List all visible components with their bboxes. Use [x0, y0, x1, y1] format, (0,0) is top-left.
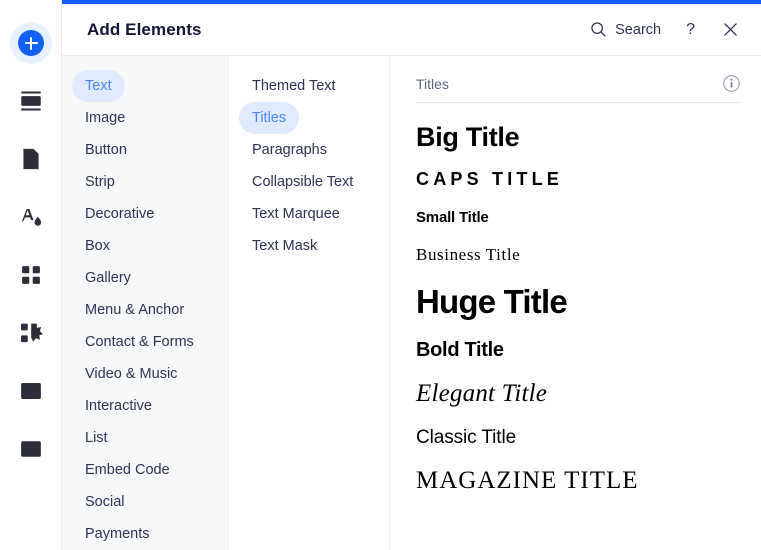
category-item-video-music[interactable]: Video & Music [72, 358, 218, 390]
preview-item[interactable]: MAGAZINE TITLE [416, 459, 741, 503]
rail-item-pages[interactable] [0, 130, 62, 188]
subcategory-item-collapsible-text[interactable]: Collapsible Text [239, 166, 379, 198]
pages-icon [23, 148, 39, 170]
rail-item-layouters[interactable] [0, 420, 62, 478]
category-item-image[interactable]: Image [72, 102, 218, 134]
rail-item-media[interactable] [0, 362, 62, 420]
preview-item[interactable]: CAPS TITLE [416, 159, 741, 199]
editor-icon-rail [0, 0, 62, 550]
rail-item-site-theme[interactable] [0, 188, 62, 246]
subcategory-item-text-marquee[interactable]: Text Marquee [239, 198, 379, 230]
category-item-menu-anchor[interactable]: Menu & Anchor [72, 294, 218, 326]
add-button-halo [10, 22, 52, 64]
page-title: Add Elements [87, 19, 202, 39]
subcategory-item-titles[interactable]: Titles [239, 102, 300, 134]
plus-icon [18, 30, 44, 56]
preview-item[interactable]: Elegant Title [416, 371, 741, 417]
category-list: Text Image Button Strip Decorative Box Gallery… [62, 56, 229, 550]
panel-body: Text Image Button Strip Decorative Box Gallery… [62, 56, 761, 550]
blocks-icon [21, 323, 44, 343]
search-button[interactable]: Search [590, 21, 661, 38]
add-elements-panel: Add Elements Search ? Text Image Button Str… [62, 0, 761, 550]
subcategory-item-text-mask[interactable]: Text Mask [239, 230, 379, 262]
close-button[interactable] [720, 19, 741, 40]
preview-pane: Titles Big Title CAPS TITLE Small Title Bus… [390, 56, 761, 550]
category-item-payments[interactable]: Payments [72, 518, 218, 550]
preview-item[interactable]: Bold Title [416, 329, 741, 371]
category-item-text[interactable]: Text [72, 70, 125, 102]
category-item-strip[interactable]: Strip [72, 166, 218, 198]
sections-icon [21, 91, 41, 111]
close-icon [724, 23, 737, 36]
category-item-decorative[interactable]: Decorative [72, 198, 218, 230]
category-item-button[interactable]: Button [72, 134, 218, 166]
preview-item[interactable]: Classic Title [416, 417, 741, 459]
category-item-embed-code[interactable]: Embed Code [72, 454, 218, 486]
rail-item-blocks[interactable] [0, 304, 62, 362]
preview-item[interactable]: Huge Title [416, 274, 741, 329]
preview-item[interactable]: Small Title [416, 199, 741, 235]
category-item-contact-forms[interactable]: Contact & Forms [72, 326, 218, 358]
add-elements-button[interactable] [0, 14, 62, 72]
media-icon [21, 382, 41, 400]
category-item-list[interactable]: List [72, 422, 218, 454]
theme-icon [21, 208, 42, 226]
panel-header: Add Elements Search ? [62, 4, 761, 56]
category-item-interactive[interactable]: Interactive [72, 390, 218, 422]
category-item-box[interactable]: Box [72, 230, 218, 262]
apps-icon [22, 266, 40, 284]
layouter-icon [21, 441, 41, 457]
subcategory-item-paragraphs[interactable]: Paragraphs [239, 134, 379, 166]
add-elements-panel-screen: Add Elements Search ? Text Image Button Str… [0, 0, 761, 550]
info-icon [723, 75, 740, 92]
subcategory-list: Themed Text Titles Paragraphs Collapsible T… [229, 56, 390, 550]
help-button[interactable]: ? [683, 20, 698, 40]
search-button-label: Search [615, 21, 662, 38]
rail-item-add-section[interactable] [0, 72, 62, 130]
preview-item[interactable]: Big Title [416, 115, 741, 159]
preview-header-label: Titles [416, 75, 449, 92]
preview-header: Titles [416, 74, 741, 103]
subcategory-item-themed-text[interactable]: Themed Text [239, 70, 379, 102]
preview-item[interactable]: Business Title [416, 235, 741, 274]
search-icon [591, 22, 606, 37]
rail-item-apps[interactable] [0, 246, 62, 304]
category-item-social[interactable]: Social [72, 486, 218, 518]
info-button[interactable] [722, 74, 741, 93]
preview-item-list: Big Title CAPS TITLE Small Title Business T… [416, 103, 741, 503]
category-item-gallery[interactable]: Gallery [72, 262, 218, 294]
